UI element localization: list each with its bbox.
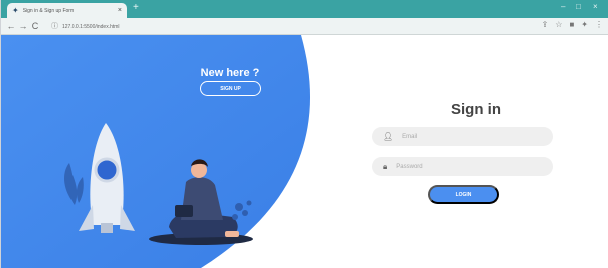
plant-right bbox=[232, 200, 252, 220]
site-info-icon[interactable]: ⓘ bbox=[51, 23, 58, 30]
browser-tab[interactable]: ✦ Sign in & Sign up Form × bbox=[7, 3, 127, 18]
page-favicon-icon: ✦ bbox=[12, 5, 19, 15]
sign-in-title: Sign in bbox=[451, 101, 501, 118]
menu-icon[interactable]: ⋮ bbox=[595, 21, 603, 29]
sign-up-button[interactable]: SIGN UP bbox=[200, 81, 261, 96]
new-here-heading: New here ? bbox=[200, 67, 260, 79]
plant-left bbox=[64, 163, 84, 205]
browser-toolbar: ← → C ⓘ 127.0.0.1:5500/index.html ⇪ ☆ ■ … bbox=[1, 18, 608, 35]
toolbar-icons: ⇪ ☆ ■ ✦ ⋮ bbox=[542, 21, 603, 29]
reload-button[interactable]: C bbox=[29, 21, 41, 31]
minimize-button[interactable]: – bbox=[561, 3, 565, 11]
extensions-icon[interactable]: ■ bbox=[569, 21, 574, 29]
email-field[interactable]: 👤︎ Email bbox=[372, 127, 553, 146]
rocket bbox=[79, 123, 135, 233]
new-tab-button[interactable]: + bbox=[133, 3, 139, 13]
tab-strip: ✦ Sign in & Sign up Form × + – □ × bbox=[1, 0, 608, 18]
password-placeholder: Password bbox=[396, 163, 423, 170]
bookmark-icon[interactable]: ☆ bbox=[555, 21, 562, 29]
share-icon[interactable]: ⇪ bbox=[542, 21, 549, 29]
lock-icon: 🔒︎ bbox=[383, 161, 388, 171]
forward-button[interactable]: → bbox=[17, 21, 29, 31]
tab-close-icon[interactable]: × bbox=[118, 7, 122, 14]
page-content: New here ? SIGN UP Sign in 👤︎ Email 🔒︎ P… bbox=[1, 35, 608, 268]
person-sitting bbox=[149, 159, 253, 245]
url-text: 127.0.0.1:5500/index.html bbox=[62, 23, 120, 30]
profile-icon[interactable]: ✦ bbox=[581, 21, 588, 29]
back-button[interactable]: ← bbox=[5, 21, 17, 31]
login-button[interactable]: LOGIN bbox=[428, 185, 499, 204]
user-icon: 👤︎ bbox=[383, 131, 394, 141]
address-bar[interactable]: ⓘ 127.0.0.1:5500/index.html bbox=[51, 21, 521, 32]
maximize-button[interactable]: □ bbox=[576, 3, 581, 11]
password-field[interactable]: 🔒︎ Password bbox=[372, 157, 553, 176]
email-placeholder: Email bbox=[402, 133, 418, 140]
tab-title: Sign in & Sign up Form bbox=[22, 7, 75, 14]
browser-window: ✦ Sign in & Sign up Form × + – □ × ← → C… bbox=[0, 0, 608, 268]
window-close-button[interactable]: × bbox=[593, 3, 598, 11]
